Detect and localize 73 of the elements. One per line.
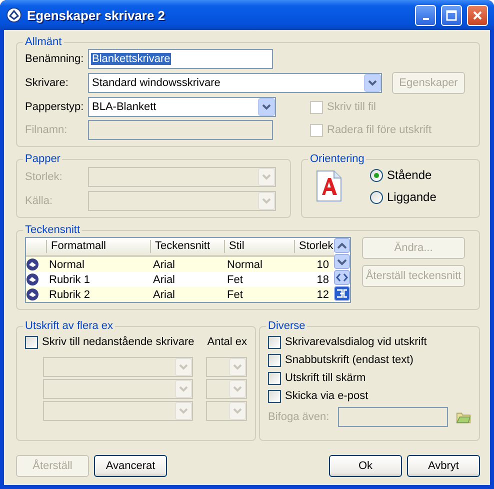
list-cell-text: Normal (48, 258, 86, 270)
column-header[interactable]: Storlek (294, 240, 332, 253)
column-label: Antal ex (207, 336, 247, 348)
field-label: Storlek: (25, 171, 64, 183)
dialog-button[interactable]: Ok (329, 455, 402, 477)
list-cell-text: 18 (316, 274, 330, 286)
attach-field[interactable] (338, 407, 448, 427)
dropdown[interactable]: Standard windowsskrivare (88, 73, 382, 93)
chevron-down-icon (229, 380, 246, 398)
list-cell-text: Arial (152, 258, 176, 270)
field-label: Bifoga även: (268, 411, 330, 423)
chevron-down-icon (175, 380, 192, 398)
dropdown[interactable] (88, 191, 276, 211)
list-cell-text: Rubrik 1 (48, 274, 91, 286)
close-icon (472, 10, 483, 20)
column-header[interactable]: Teckensnitt (150, 240, 224, 253)
close-button[interactable] (467, 4, 488, 26)
chevron-down-icon (258, 192, 275, 210)
list-cell-text: Arial (152, 288, 176, 300)
list-cell-text: 12 (316, 288, 330, 300)
dialog-button[interactable]: Avbryt (407, 455, 480, 477)
radio-button[interactable]: Liggande (370, 188, 436, 206)
column-header[interactable]: Stil (224, 240, 294, 253)
chevron-down-icon (258, 98, 275, 116)
minimize-icon (422, 18, 428, 20)
field-label: Skrivare: (25, 77, 70, 89)
maximize-icon (446, 10, 457, 20)
field-label: Filnamn: (25, 124, 68, 136)
left-right-arrows-icon[interactable] (334, 270, 350, 285)
dropdown[interactable]: BLA-Blankett (88, 97, 276, 117)
list-cell-text: Fet (226, 274, 244, 286)
dropdown[interactable] (88, 167, 276, 187)
group-title: Papper (24, 153, 62, 165)
scroll-up-icon[interactable] (334, 238, 350, 253)
name-field[interactable]: Blankettskrivare (88, 49, 273, 69)
chevron-down-icon (229, 358, 246, 376)
window-title: Egenskaper skrivare 2 (27, 8, 166, 22)
file-name-field[interactable] (88, 120, 273, 140)
list-row[interactable]: Normal Arial Normal 10 (26, 257, 334, 272)
dialog-button[interactable]: Avancerat (94, 455, 167, 477)
portrait-page-icon (316, 170, 342, 202)
checkbox[interactable]: Skrivarevalsdialog vid utskrift (268, 333, 471, 351)
chevron-down-icon (258, 168, 275, 186)
group-title: Orientering (309, 153, 366, 165)
scroll-down-icon[interactable] (334, 254, 350, 269)
group-title: Utskrift av flera ex (24, 320, 114, 332)
list-cell-text: Normal (226, 258, 264, 270)
group-title: Allmänt (24, 36, 63, 48)
list-cell-text: Fet (226, 288, 244, 300)
minimize-button[interactable] (415, 4, 436, 26)
chevron-down-icon (229, 402, 246, 420)
field-label: Källa: (25, 195, 54, 207)
checkbox[interactable]: Skicka via e-post (268, 387, 471, 405)
column-header[interactable]: Formatmall (46, 240, 150, 253)
list-cell-text: Rubrik 2 (48, 288, 91, 300)
group-title: Diverse (267, 320, 306, 332)
list-cell-text: Arial (152, 274, 176, 286)
chevron-down-icon (364, 74, 381, 92)
checkbox[interactable]: Snabbutskrift (endast text) (268, 351, 471, 369)
checkbox[interactable]: Utskrift till skärm (268, 369, 471, 387)
radio-button[interactable]: Stående (370, 166, 436, 184)
chevron-down-icon (175, 358, 192, 376)
list-row[interactable]: Rubrik 2 Arial Fet 12 (26, 287, 334, 302)
app-icon (6, 7, 22, 23)
resize-columns-icon[interactable] (334, 286, 350, 301)
maximize-button[interactable] (441, 4, 462, 26)
field-label: Papperstyp: (25, 101, 85, 113)
field-label: Benämning: (25, 53, 85, 65)
list-cell-text: 10 (316, 258, 330, 270)
chevron-down-icon (175, 402, 192, 420)
group-title: Teckensnitt (24, 224, 82, 236)
checkbox[interactable]: Skriv till nedanstående skrivare (25, 333, 194, 351)
folder-icon[interactable] (456, 410, 471, 424)
